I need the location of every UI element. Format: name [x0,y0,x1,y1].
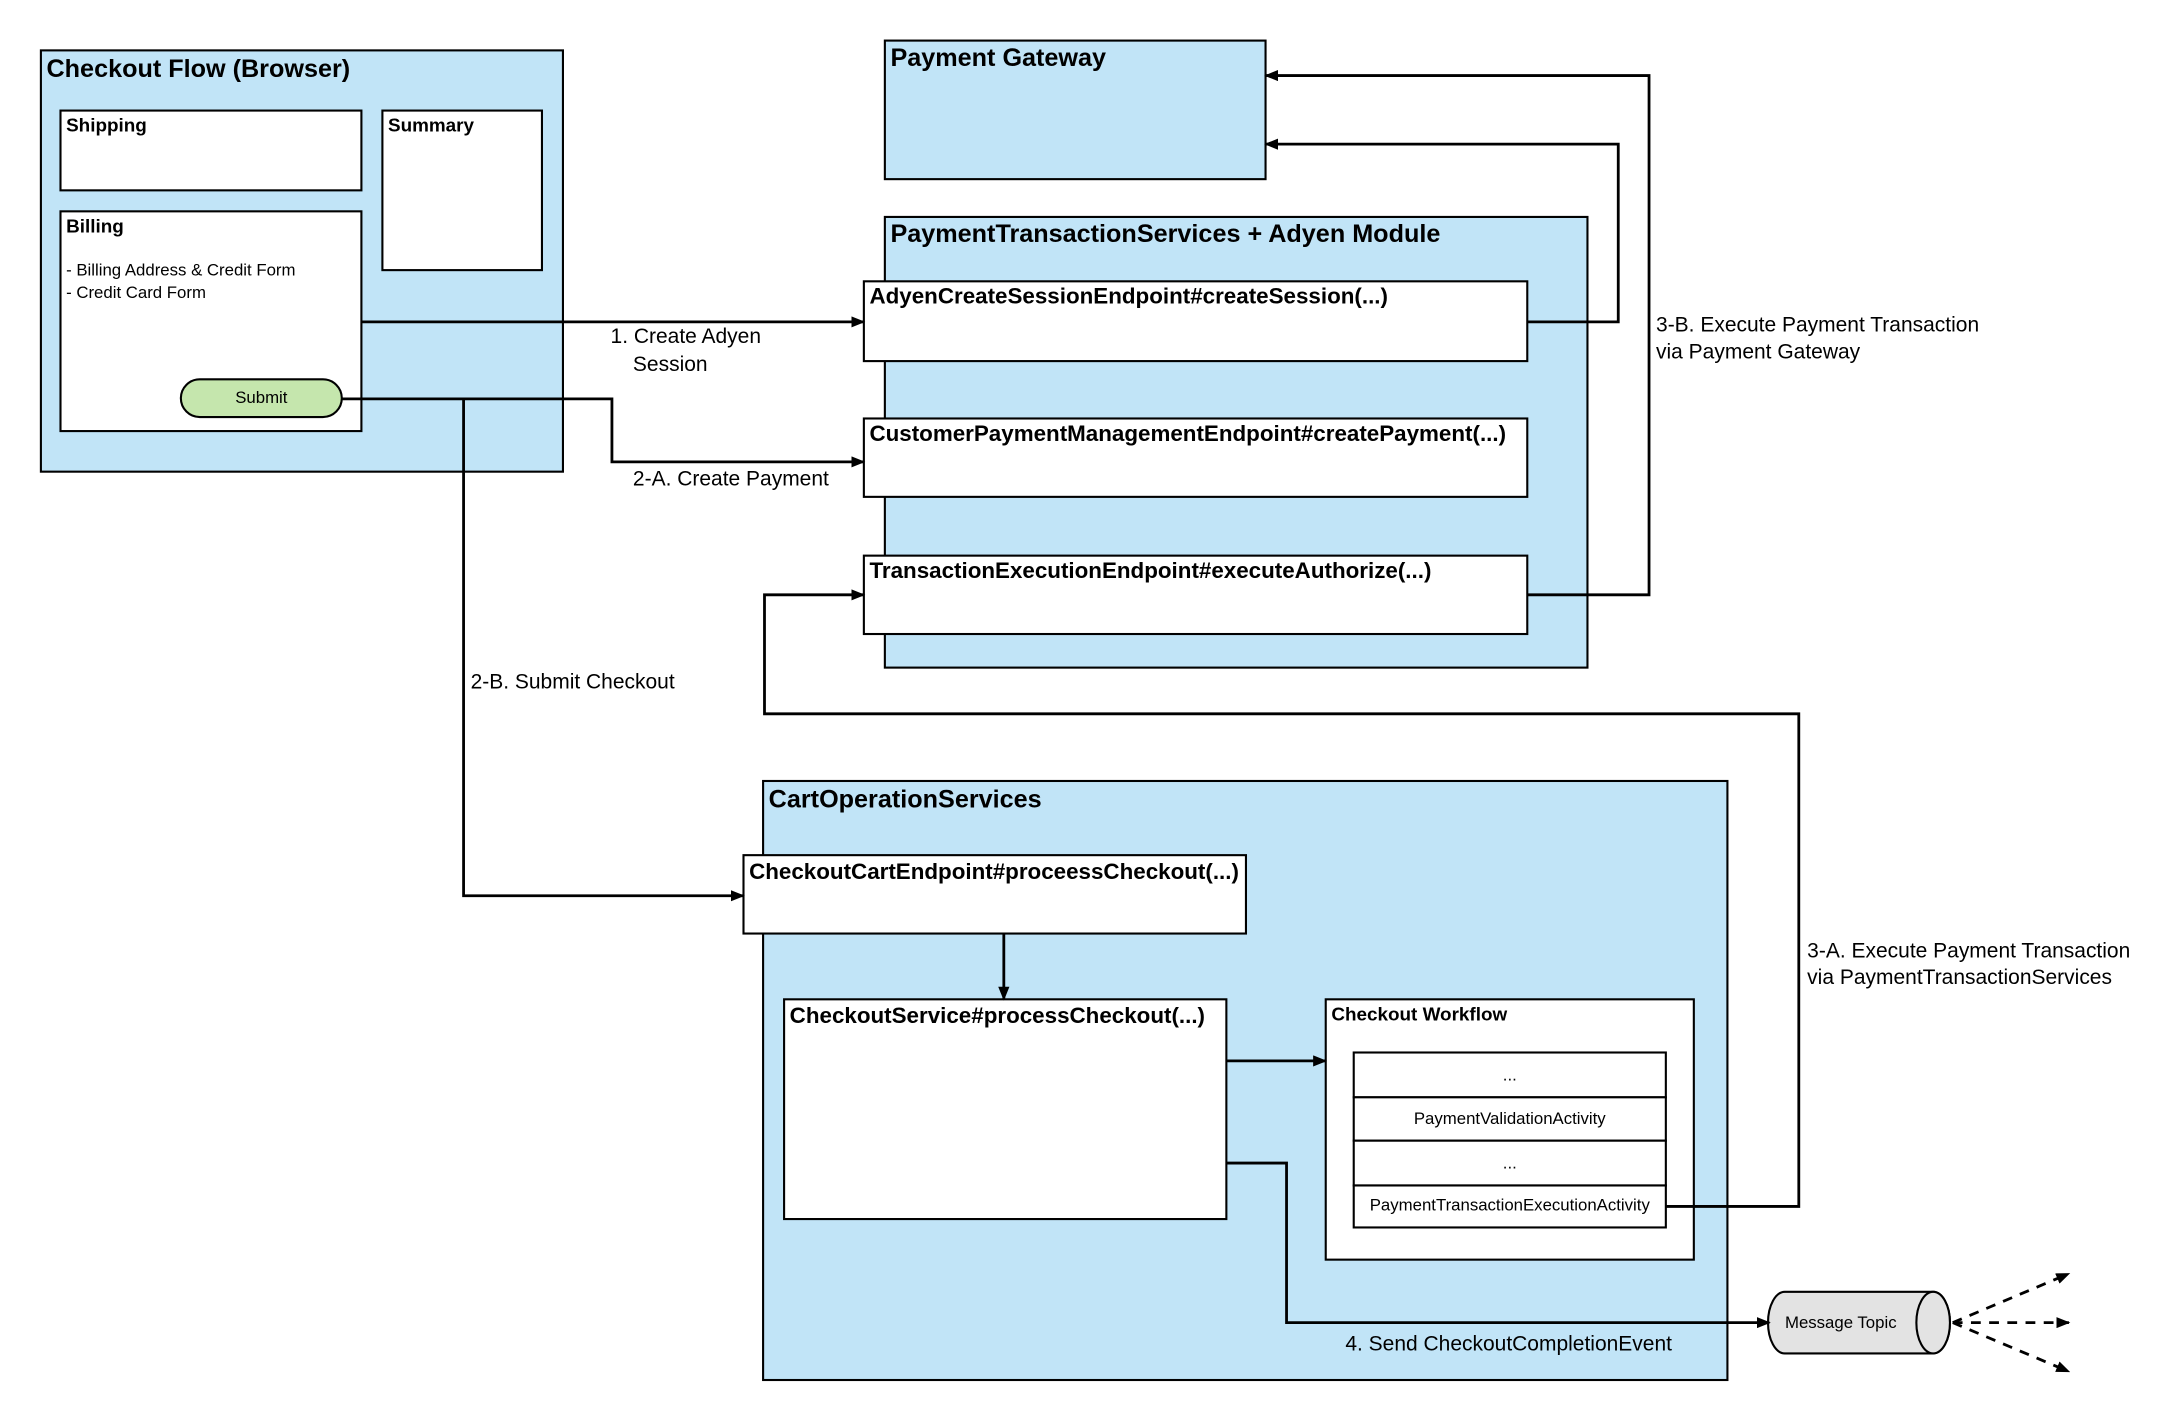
endpoint-label: TransactionExecutionEndpoint#executeAuth… [869,558,1431,583]
activity-label: PaymentValidationActivity [1414,1109,1606,1128]
edge-label: 2-A. Create Payment [633,468,829,491]
endpoint-label: CustomerPaymentManagementEndpoint#create… [869,421,1506,446]
payment-services-title: PaymentTransactionServices + Adyen Modul… [890,220,1440,248]
cart-services-group: CartOperationServices CheckoutCartEndpoi… [742,779,1729,1382]
endpoint-label: AdyenCreateSessionEndpoint#createSession… [869,284,1388,309]
payment-gateway-group: Payment Gateway [883,39,1267,181]
activity-label: ... [1503,1065,1517,1084]
endpoint-label: CheckoutCartEndpoint#proceessCheckout(..… [749,859,1239,884]
message-topic-label: Message Topic [1785,1313,1897,1332]
summary-title: Summary [388,116,475,137]
edge-label: 2-B. Submit Checkout [471,671,675,694]
edge-label: 1. Create Adyen [611,325,762,348]
activity-label: PaymentTransactionExecutionActivity [1370,1196,1651,1215]
checkout-service [783,998,1228,1221]
submit-button[interactable]: Submit [179,378,343,419]
message-topic-cylinder: Message Topic [1767,1290,1952,1355]
cart-services-title: CartOperationServices [769,786,1042,814]
edge-label: via Payment Gateway [1656,340,1861,363]
checkout-flow-title: Checkout Flow (Browser) [46,55,350,83]
workflow-title: Checkout Workflow [1331,1004,1507,1025]
fanout-arrow [1952,1321,2071,1373]
edge-label: 3-B. Execute Payment Transaction [1656,314,1979,337]
billing-item: - Credit Card Form [66,283,206,302]
architecture-diagram: Checkout Flow (Browser) Shipping Summary… [39,39,2130,1382]
payment-gateway-title: Payment Gateway [890,44,1106,72]
billing-item: - Billing Address & Credit Form [66,261,295,280]
shipping-title: Shipping [66,116,147,137]
submit-label: Submit [235,388,288,407]
fanout-arrow [1952,1272,2071,1324]
activity-label: ... [1503,1154,1517,1173]
service-label: CheckoutService#processCheckout(...) [790,1003,1205,1028]
payment-services-group: PaymentTransactionServices + Adyen Modul… [862,215,1589,669]
edge-label: Session [633,353,708,376]
edge-label: 4. Send CheckoutCompletionEvent [1345,1333,1672,1356]
billing-title: Billing [66,216,124,237]
edge-label: 3-A. Execute Payment Transaction [1807,939,2130,962]
checkout-flow-group: Checkout Flow (Browser) Shipping Summary… [39,49,564,473]
edge-label: via PaymentTransactionServices [1807,966,2112,989]
